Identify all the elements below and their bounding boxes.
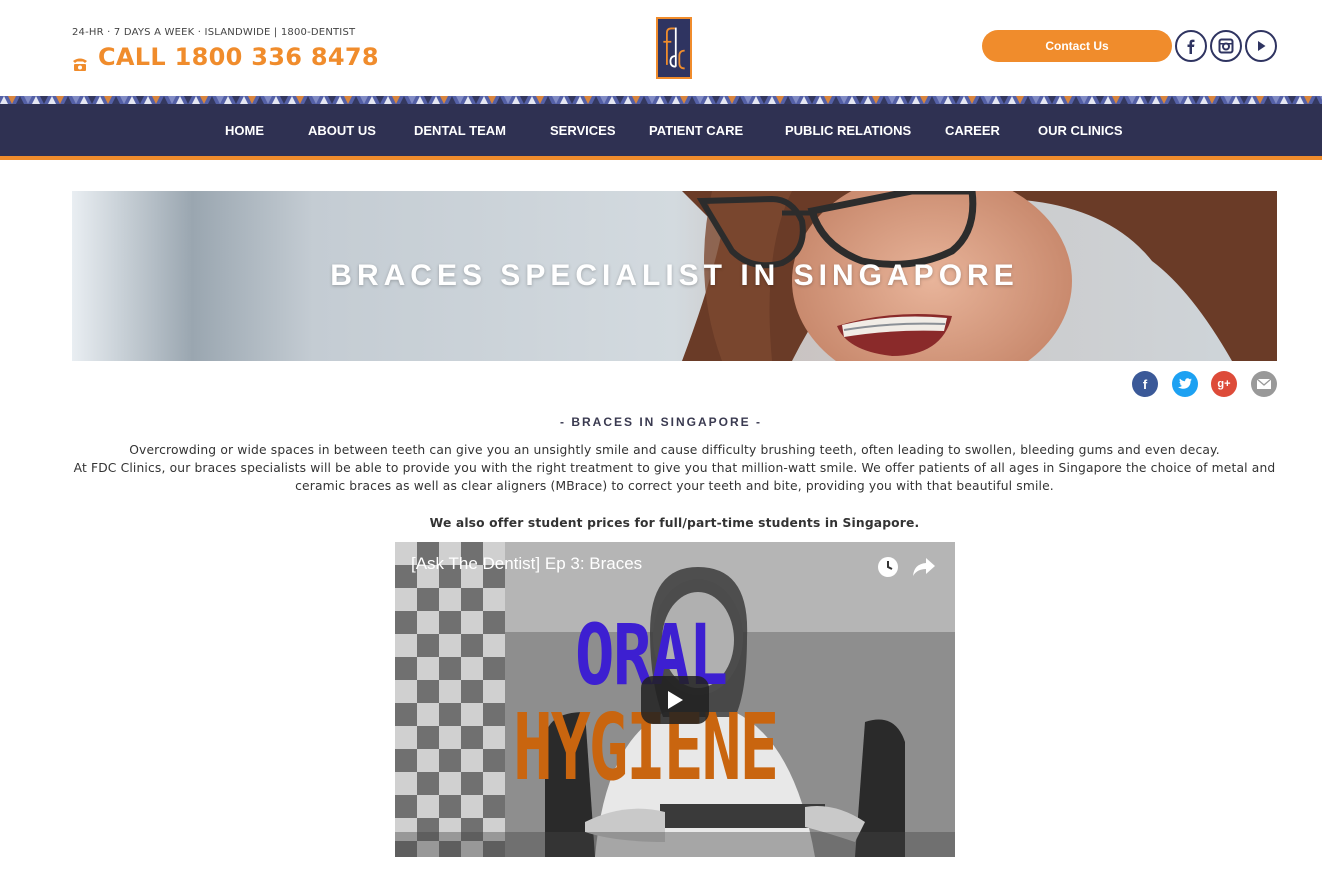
call-phone-link[interactable]: CALL 1800 336 8478 — [72, 43, 379, 71]
nav-item-patient-care[interactable]: PATIENT CARE — [649, 104, 743, 156]
play-button[interactable] — [641, 676, 709, 724]
facebook-icon[interactable]: f — [1132, 371, 1158, 397]
nav-item-about-us[interactable]: ABOUT US — [308, 104, 376, 156]
nav-item-home[interactable]: HOME — [225, 104, 264, 156]
video-title[interactable]: [Ask The Dentist] Ep 3: Braces — [411, 554, 642, 574]
nav-item-career[interactable]: CAREER — [945, 104, 1000, 156]
google-plus-icon[interactable]: g+ — [1211, 371, 1237, 397]
phone-icon — [72, 50, 88, 71]
hero-banner: BRACES SPECIALIST IN SINGAPORE — [72, 191, 1277, 361]
site-header: 24-HR · 7 DAYS A WEEK · ISLANDWIDE | 180… — [0, 0, 1322, 96]
header-tagline: 24-HR · 7 DAYS A WEEK · ISLANDWIDE | 180… — [72, 27, 356, 38]
contact-us-button[interactable]: Contact Us — [982, 30, 1172, 62]
youtube-video-player[interactable]: ORAL HYGIENE [Ask The Dentist] Ep 3: Bra… — [395, 542, 955, 857]
fdc-logo[interactable] — [656, 17, 692, 79]
intro-paragraph: Overcrowding or wide spaces in between t… — [129, 443, 1220, 457]
watch-later-icon[interactable] — [875, 554, 901, 580]
nav-accent-border — [0, 156, 1322, 160]
nav-item-our-clinics[interactable]: OUR CLINICS — [1038, 104, 1123, 156]
twitter-icon[interactable] — [1172, 371, 1198, 397]
email-icon[interactable] — [1251, 371, 1277, 397]
facebook-icon[interactable] — [1175, 30, 1207, 62]
nav-item-services[interactable]: SERVICES — [550, 104, 616, 156]
braces-description-paragraph: At FDC Clinics, our braces specialists w… — [73, 461, 1276, 493]
share-icon[interactable] — [911, 554, 937, 580]
nav-item-dental-team[interactable]: DENTAL TEAM — [414, 104, 506, 156]
nav-item-public-relations[interactable]: PUBLIC RELATIONS — [785, 104, 911, 156]
call-number: CALL 1800 336 8478 — [98, 43, 379, 71]
hero-title: BRACES SPECIALIST IN SINGAPORE — [330, 259, 1019, 292]
play-icon — [668, 691, 683, 709]
decorative-pattern-strip — [0, 96, 1322, 104]
section-title: - BRACES IN SINGAPORE - — [559, 415, 762, 429]
youtube-play-icon[interactable] — [1245, 30, 1277, 62]
instagram-icon[interactable] — [1210, 30, 1242, 62]
student-prices-note: We also offer student prices for full/pa… — [429, 516, 920, 530]
